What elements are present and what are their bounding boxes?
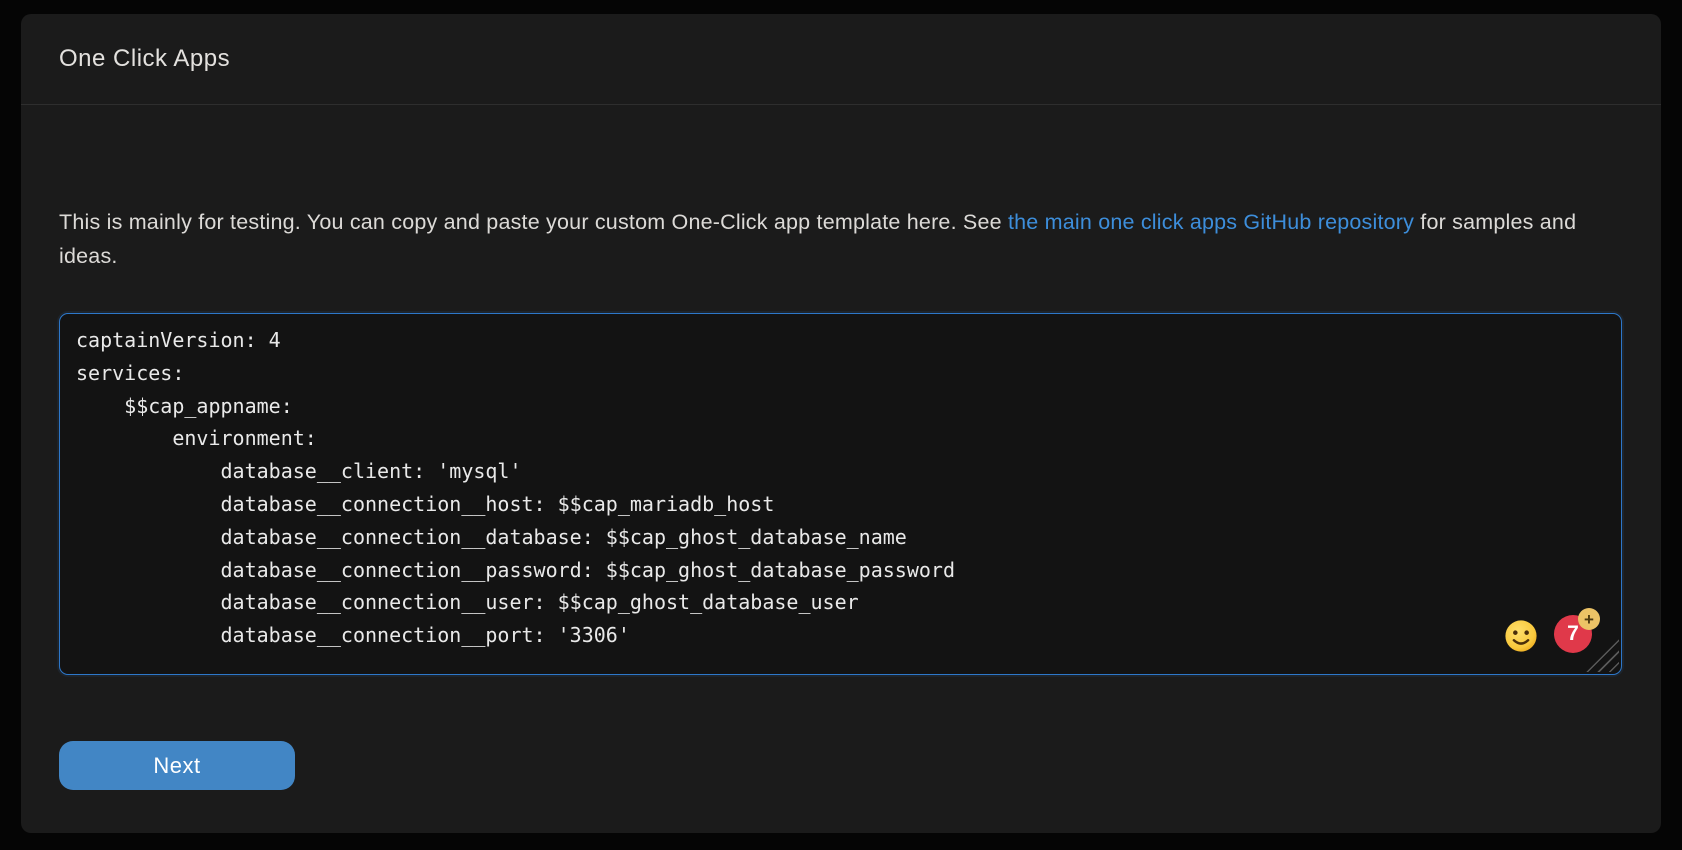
template-editor: captainVersion: 4 services: $$cap_appnam… [59, 313, 1622, 675]
error-count-badge[interactable]: 7 + [1554, 615, 1592, 653]
one-click-apps-card: One Click Apps This is mainly for testin… [21, 14, 1661, 833]
card-header: One Click Apps [21, 14, 1661, 105]
error-count-value: 7 [1567, 622, 1579, 646]
extension-overlay: 7 + [1504, 615, 1592, 653]
description-text: This is mainly for testing. You can copy… [59, 205, 1604, 273]
description-before-link: This is mainly for testing. You can copy… [59, 210, 1008, 234]
page-title: One Click Apps [59, 45, 230, 73]
template-textarea[interactable]: captainVersion: 4 services: $$cap_appnam… [59, 313, 1622, 675]
smiley-emoji-icon[interactable] [1504, 619, 1538, 653]
github-repo-link[interactable]: the main one click apps GitHub repositor… [1008, 210, 1414, 234]
card-body: This is mainly for testing. You can copy… [21, 205, 1661, 790]
plus-badge-icon[interactable]: + [1578, 608, 1600, 630]
next-button[interactable]: Next [59, 741, 295, 790]
